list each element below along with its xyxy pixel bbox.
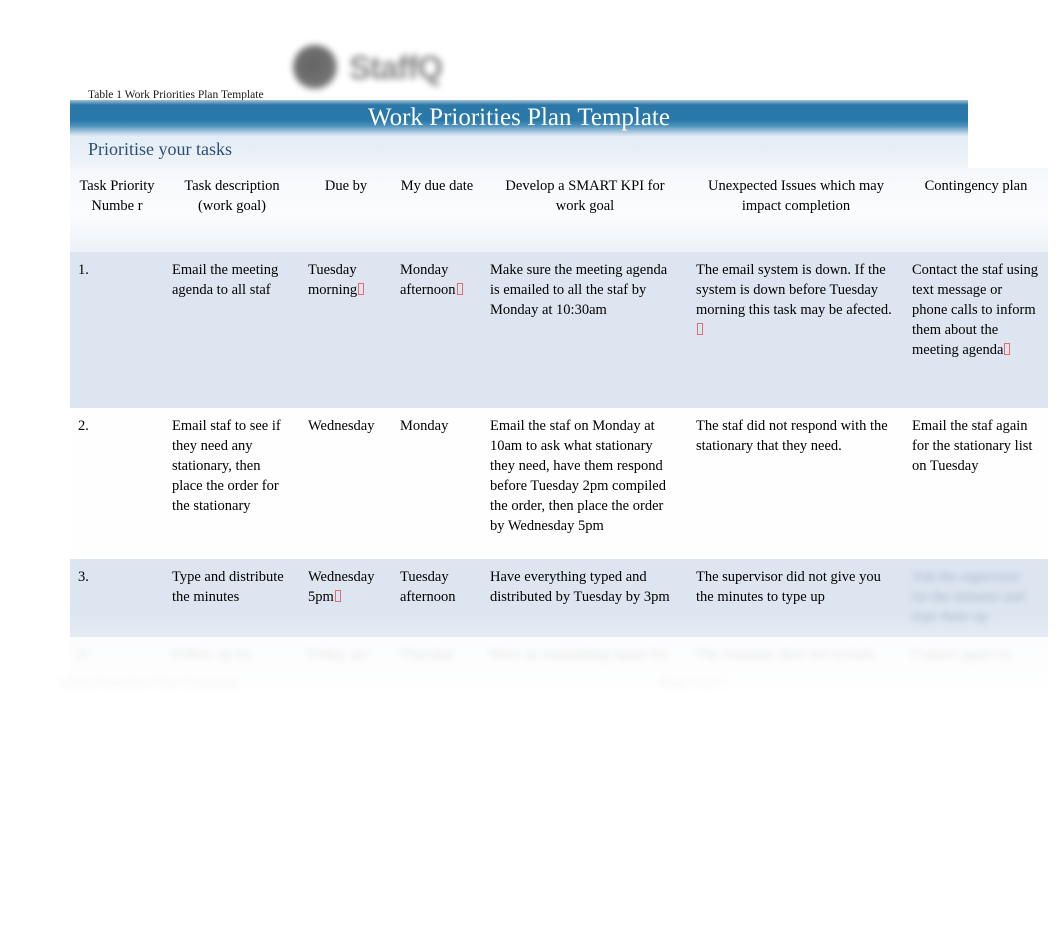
cell-task-number: 2. xyxy=(70,408,164,559)
cell-text: The customer does not include xyxy=(696,647,874,663)
cell-text: 3. xyxy=(78,569,89,585)
column-header-label: Contingency plan xyxy=(924,178,1028,194)
missing-glyph-icon xyxy=(1004,343,1011,355)
cell-due-by: Wednesday 5pm xyxy=(300,559,392,637)
cell-my-due-date: Thursday xyxy=(392,637,482,687)
cell-text: 4. xyxy=(78,647,89,663)
column-header-task-priority-number: Task Priority Numbe r xyxy=(70,168,164,252)
work-priorities-table: Task Priority Numbe r Task description (… xyxy=(70,168,1048,687)
missing-glyph-icon xyxy=(456,283,463,295)
company-logo: StaffQ xyxy=(285,41,480,93)
cell-text: Contact the staf using text message or p… xyxy=(912,262,1039,358)
document-title-bar: Work Priorities Plan Template xyxy=(70,100,968,136)
column-header-task-description: Task description (work goal) xyxy=(164,168,300,252)
table-row: 1. Email the meeting agenda to all staf … xyxy=(70,252,1048,408)
cell-my-due-date: Monday xyxy=(392,408,482,559)
cell-text: Email the staf on Monday at 10am to ask … xyxy=(490,418,666,534)
cell-text: Contact again on xyxy=(912,647,1011,663)
cell-text: Email the meeting agenda to all staf xyxy=(172,262,279,298)
cell-text: Thursday xyxy=(400,647,455,663)
cell-contingency-plan: Contact the staf using text message or p… xyxy=(904,252,1048,408)
cell-text: Type and distribute the minutes xyxy=(172,569,284,605)
cell-task-number: 1. xyxy=(70,252,164,408)
cell-text: Email staf to see if they need any stati… xyxy=(172,418,281,514)
column-header-my-due-date: My due date xyxy=(392,168,482,252)
cell-text: The email system is down. If the system … xyxy=(696,262,892,318)
column-header-label: Unexpected Issues which may impact compl… xyxy=(708,178,884,214)
cell-text: Monday xyxy=(400,418,449,434)
cell-unexpected-issues: The supervisor did not give you the minu… xyxy=(688,559,904,637)
table-header: Task Priority Numbe r Task description (… xyxy=(70,168,1048,252)
cell-unexpected-issues: The staf did not respond with the statio… xyxy=(688,408,904,559)
cell-my-due-date: Tuesday afternoon xyxy=(392,559,482,637)
document-subtitle-band: Prioritise your tasks xyxy=(70,136,968,168)
cell-text: Make sure the meeting agenda is emailed … xyxy=(490,262,668,318)
cell-text: Follow up on xyxy=(172,647,250,663)
cell-due-by: Tuesday morning xyxy=(300,252,392,408)
page-title: Work Priorities Plan Template xyxy=(368,104,670,131)
column-header-label: My due date xyxy=(400,178,474,194)
cell-contingency-plan: Ask the supervisor for the minutes and t… xyxy=(904,559,1048,637)
cell-contingency-plan: Contact again on xyxy=(904,637,1048,687)
cell-text: The supervisor did not give you the minu… xyxy=(696,569,881,605)
table-row: 3. Type and distribute the minutes Wedne… xyxy=(70,559,1048,637)
column-header-unexpected-issues: Unexpected Issues which may impact compl… xyxy=(688,168,904,252)
column-header-label: Develop a SMART KPI for work goal xyxy=(505,178,665,214)
cell-text: Tuesday afternoon xyxy=(400,569,456,605)
column-header-label: Task Priority Numbe r xyxy=(79,178,155,214)
cell-smart-kpi: Have an outstanding report for xyxy=(482,637,688,687)
cell-unexpected-issues: The email system is down. If the system … xyxy=(688,252,904,408)
cell-task-description: Type and distribute the minutes xyxy=(164,559,300,637)
cell-smart-kpi: Make sure the meeting agenda is emailed … xyxy=(482,252,688,408)
column-header-contingency-plan: Contingency plan xyxy=(904,168,1048,252)
cell-text: Tuesday morning xyxy=(308,262,358,298)
missing-glyph-icon xyxy=(358,283,365,295)
cell-smart-kpi: Have everything typed and distributed by… xyxy=(482,559,688,637)
column-header-label: Due by xyxy=(324,178,368,194)
cell-my-due-date: Monday afternoon xyxy=(392,252,482,408)
cell-text: Have an outstanding report for xyxy=(490,647,668,663)
column-header-label: Task description (work goal) xyxy=(184,178,280,214)
cell-text: Friday am xyxy=(308,647,368,663)
cell-text: The staf did not respond with the statio… xyxy=(696,418,888,454)
cell-text: 2. xyxy=(78,418,89,434)
cell-due-by: Wednesday xyxy=(300,408,392,559)
cell-text: Ask the supervisor for the minutes and t… xyxy=(912,569,1025,625)
missing-glyph-icon xyxy=(697,323,703,335)
cell-text: 1. xyxy=(78,262,89,278)
circle-logo-mark-icon xyxy=(293,45,337,89)
cell-task-description: Email the meeting agenda to all staf xyxy=(164,252,300,408)
column-header-smart-kpi: Develop a SMART KPI for work goal xyxy=(482,168,688,252)
cell-task-number: 3. xyxy=(70,559,164,637)
cell-text: Wednesday xyxy=(308,418,375,434)
document-sheet: Work Priorities Plan Template Prioritise… xyxy=(70,100,1048,687)
table-row: 2. Email staf to see if they need any st… xyxy=(70,408,1048,559)
cell-text: Have everything typed and distributed by… xyxy=(490,569,670,605)
column-header-due-by: Due by xyxy=(300,168,392,252)
cell-text: Email the staf again for the stationary … xyxy=(912,418,1033,474)
cell-contingency-plan: Email the staf again for the stationary … xyxy=(904,408,1048,559)
table-body: 1. Email the meeting agenda to all staf … xyxy=(70,252,1048,687)
cell-text: Monday afternoon xyxy=(400,262,456,298)
logo-wordmark: StaffQ xyxy=(349,49,443,86)
section-subtitle: Prioritise your tasks xyxy=(88,139,232,159)
cell-task-description: Email staf to see if they need any stati… xyxy=(164,408,300,559)
cell-text: Wednesday 5pm xyxy=(308,569,375,605)
table-header-row: Task Priority Numbe r Task description (… xyxy=(70,168,1048,252)
footer-page-number: Page 1 of 1 xyxy=(660,676,728,692)
cell-smart-kpi: Email the staf on Monday at 10am to ask … xyxy=(482,408,688,559)
missing-glyph-icon xyxy=(334,590,341,602)
cell-due-by: Friday am xyxy=(300,637,392,687)
footer-left-text: Work Priorities Plan Template xyxy=(58,676,240,692)
